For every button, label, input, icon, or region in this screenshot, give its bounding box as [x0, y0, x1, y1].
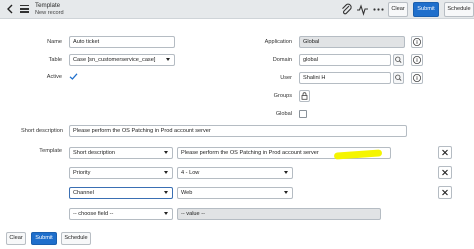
- user-info-icon[interactable]: [411, 72, 423, 84]
- user-label: User: [280, 75, 292, 81]
- template-row-value-select[interactable]: Web: [177, 187, 293, 199]
- remove-row-close-icon[interactable]: [438, 186, 452, 199]
- application-field: Global: [299, 36, 405, 48]
- active-checkbox[interactable]: [69, 72, 78, 80]
- choose-field-select[interactable]: -- choose field --: [69, 208, 173, 220]
- template-row-field-select[interactable]: Short description: [69, 147, 173, 159]
- groups-label: Groups: [273, 93, 292, 99]
- context-menu-icon[interactable]: [20, 5, 29, 13]
- header-clear-button[interactable]: Clear: [388, 2, 408, 17]
- footer-schedule-button[interactable]: Schedule: [61, 232, 91, 245]
- table-label: Table: [48, 57, 62, 63]
- global-checkbox[interactable]: [299, 110, 307, 118]
- global-label: Global: [275, 111, 292, 117]
- footer-clear-button[interactable]: Clear: [6, 232, 26, 245]
- footer-submit-button[interactable]: Submit: [31, 232, 57, 245]
- form-header: Template New record Clear Submit Schedul…: [0, 0, 474, 19]
- header-schedule-button[interactable]: Schedule: [444, 2, 474, 17]
- active-label: Active: [46, 74, 62, 80]
- domain-input[interactable]: global: [299, 54, 391, 66]
- form-subtitle: New record: [35, 10, 64, 16]
- back-arrow-icon[interactable]: [3, 2, 17, 16]
- remove-row-close-icon[interactable]: [438, 166, 452, 179]
- domain-info-icon[interactable]: [411, 54, 423, 66]
- groups-lock-icon[interactable]: [299, 90, 310, 102]
- application-info-icon[interactable]: [411, 36, 423, 48]
- template-row-value-select[interactable]: 4 - Low: [177, 167, 293, 179]
- value-field-disabled: -- value --: [177, 208, 381, 220]
- application-label: Application: [264, 39, 292, 45]
- form-title: Template: [35, 2, 61, 9]
- short-description-input[interactable]: Please perform the OS Patching in Prod a…: [69, 125, 407, 137]
- template-row-field-select[interactable]: Channel: [69, 187, 173, 199]
- name-input[interactable]: Auto ticket: [69, 36, 175, 48]
- user-input[interactable]: Shalini H: [299, 72, 391, 84]
- table-select[interactable]: Case [sn_customerservice_case]: [69, 54, 175, 66]
- attachment-icon[interactable]: [340, 3, 353, 16]
- template-row-field-select[interactable]: Priority: [69, 167, 173, 179]
- more-options-icon[interactable]: [372, 3, 385, 16]
- remove-row-close-icon[interactable]: [438, 146, 452, 159]
- user-search-icon[interactable]: [393, 72, 404, 84]
- domain-label: Domain: [272, 57, 292, 63]
- template-label: Template: [39, 148, 62, 154]
- short-description-label: Short description: [21, 128, 63, 134]
- name-label: Name: [47, 39, 62, 45]
- domain-search-icon[interactable]: [393, 54, 404, 66]
- activity-stream-icon[interactable]: [356, 3, 369, 16]
- header-submit-button[interactable]: Submit: [413, 2, 439, 17]
